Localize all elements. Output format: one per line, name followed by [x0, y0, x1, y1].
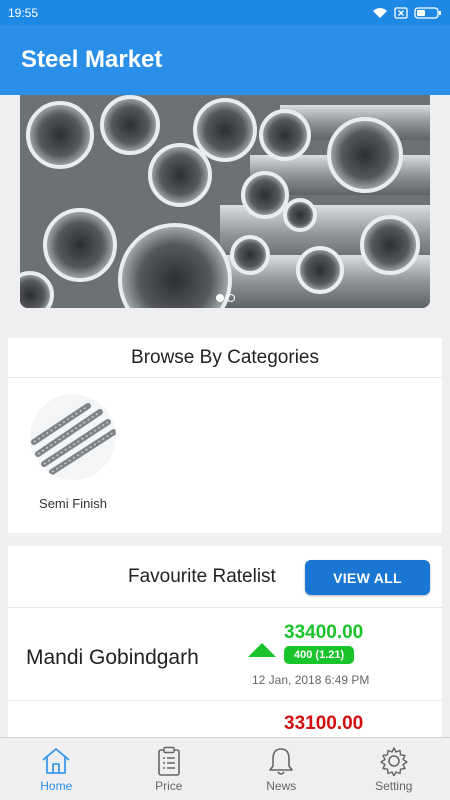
steel-pipes-image	[20, 95, 430, 308]
banner-carousel[interactable]	[20, 95, 430, 308]
ratelist-card: Favourite Ratelist VIEW ALL Mandi Gobind…	[8, 546, 442, 794]
trend-up-icon	[248, 643, 276, 657]
app-bar: Steel Market	[0, 25, 450, 95]
nav-item-price[interactable]: Price	[113, 738, 226, 800]
carousel-indicator	[20, 294, 430, 302]
carousel-dot[interactable]	[226, 294, 235, 302]
sim-off-icon	[394, 6, 408, 19]
market-name: Mandi Gobindgarh	[26, 646, 199, 669]
nav-label: Home	[40, 779, 73, 793]
categories-card: Browse By Categories Semi Finish	[8, 338, 442, 533]
clipboard-icon	[157, 746, 180, 776]
nav-label: Price	[155, 779, 183, 793]
carousel-dot-active[interactable]	[215, 294, 224, 302]
home-icon	[42, 748, 70, 774]
rate-row[interactable]: Mandi Gobindgarh 33400.00 400 (1.21) 12 …	[8, 608, 442, 701]
rebar-icon	[30, 394, 116, 480]
ratelist-header: Favourite Ratelist VIEW ALL	[8, 546, 442, 608]
wifi-icon	[373, 7, 387, 18]
bottom-nav: Home Price News Setting	[0, 737, 450, 800]
status-bar: 19:55	[0, 0, 450, 25]
app-title: Steel Market	[21, 46, 163, 73]
categories-title: Browse By Categories	[8, 338, 442, 378]
ratelist-title: Favourite Ratelist	[128, 565, 276, 587]
change-badge: 400 (1.21)	[284, 646, 355, 664]
nav-label: Setting	[375, 779, 413, 793]
category-label: Semi Finish	[39, 496, 107, 511]
rate-timestamp: 12 Jan, 2018 6:49 PM	[252, 673, 370, 687]
gear-icon	[380, 747, 408, 776]
nav-item-news[interactable]: News	[225, 738, 338, 800]
nav-item-setting[interactable]: Setting	[338, 738, 450, 800]
bell-icon	[269, 748, 294, 775]
view-all-button[interactable]: VIEW ALL	[305, 560, 430, 595]
nav-label: News	[266, 779, 297, 793]
battery-icon	[414, 6, 441, 19]
rate-price: 33400.00	[284, 622, 364, 643]
status-time: 19:55	[8, 5, 39, 20]
status-icons	[372, 6, 442, 19]
rate-price: 33100.00	[284, 713, 364, 734]
category-item-semi-finish[interactable]: Semi Finish	[30, 394, 116, 511]
nav-item-home[interactable]: Home	[0, 738, 113, 800]
